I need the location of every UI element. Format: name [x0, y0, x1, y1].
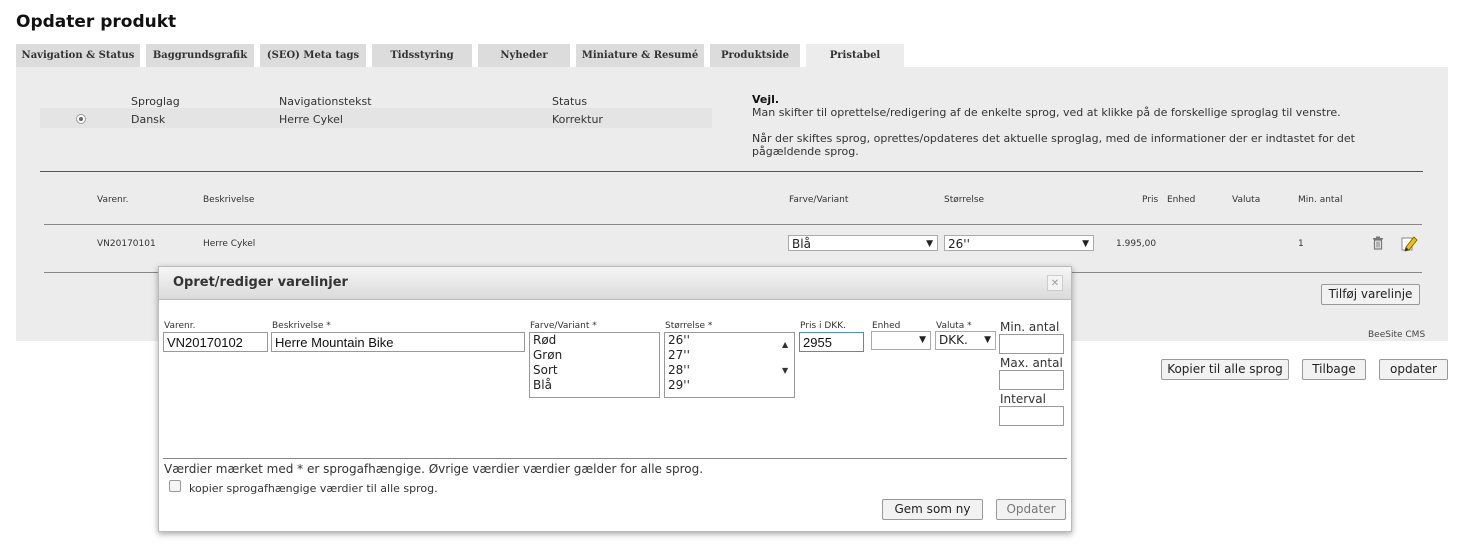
farve-option[interactable]: Rød: [533, 333, 659, 348]
help-line-2: Når der skiftes sprog, oprettes/opdatere…: [752, 132, 1355, 158]
stoerrelse-option[interactable]: 26'': [668, 333, 794, 348]
farve-option[interactable]: Sort: [533, 363, 659, 378]
back-button[interactable]: Tilbage: [1302, 359, 1366, 380]
row-stoerrelse-select[interactable]: 26'' ▼: [944, 235, 1094, 251]
help-title: Vejl.: [752, 93, 780, 106]
scroll-up-icon[interactable]: ▲: [782, 337, 788, 352]
label-stoerrelse: Størrelse *: [665, 321, 713, 331]
language-radio[interactable]: [76, 114, 86, 124]
enhed-select[interactable]: ▼: [871, 331, 931, 350]
copy-values-label: kopier sprogafhængige værdier til alle s…: [189, 482, 438, 495]
tab-pristabel[interactable]: Pristabel: [806, 44, 904, 69]
label-farve: Farve/Variant *: [530, 321, 597, 331]
divider: [44, 224, 1422, 225]
interval-input[interactable]: [999, 406, 1064, 426]
divider: [163, 458, 1067, 459]
col-beskrivelse: Beskrivelse: [203, 195, 255, 205]
label-enhed: Enhed: [872, 321, 901, 331]
tab-navigation-status[interactable]: Navigation & Status: [16, 44, 140, 67]
col-varenr: Varenr.: [97, 195, 129, 205]
tab-tidsstyring[interactable]: Tidsstyring: [372, 44, 472, 67]
dialog-header[interactable]: Opret/rediger varelinjer ✕: [159, 267, 1071, 300]
tab-seo-meta-tags[interactable]: (SEO) Meta tags: [260, 44, 366, 67]
edit-icon[interactable]: [1400, 234, 1418, 252]
row-varenr: VN20170101: [97, 239, 156, 249]
row-beskrivelse: Herre Cykel: [203, 239, 256, 249]
row-farve-select[interactable]: Blå ▼: [788, 235, 938, 251]
help-line-1: Man skifter til oprettelse/redigering af…: [752, 106, 1341, 119]
chevron-down-icon: ▼: [984, 335, 991, 345]
copy-values-checkbox[interactable]: [169, 480, 181, 492]
header-status: Status: [552, 95, 588, 108]
scroll-down-icon[interactable]: ▼: [782, 363, 788, 378]
pris-input[interactable]: [799, 332, 864, 352]
label-varenr: Varenr.: [164, 321, 196, 331]
save-as-new-button[interactable]: Gem som ny: [882, 499, 983, 520]
row-stoerrelse-value: 26'': [948, 237, 970, 251]
col-stoerrelse: Størrelse: [944, 195, 985, 205]
label-beskrivelse: Beskrivelse *: [272, 321, 331, 331]
row-farve-value: Blå: [792, 237, 811, 251]
edit-line-dialog: Opret/rediger varelinjer ✕ Varenr. Beskr…: [158, 266, 1072, 532]
valuta-select[interactable]: DKK. ▼: [935, 331, 996, 350]
row-pris: 1.995,00: [1116, 239, 1157, 249]
scrollbar[interactable]: ▲ ▼: [778, 333, 794, 375]
stoerrelse-option[interactable]: 28'': [668, 363, 794, 378]
col-valuta: Valuta: [1232, 195, 1261, 205]
dialog-title: Opret/rediger varelinjer: [173, 275, 348, 290]
chevron-down-icon: ▼: [919, 335, 926, 345]
page-title: Opdater produkt: [16, 12, 177, 32]
beskrivelse-input[interactable]: [271, 332, 525, 352]
tab-nyheder[interactable]: Nyheder: [478, 44, 570, 67]
col-min-antal: Min. antal: [1298, 195, 1343, 205]
farve-option[interactable]: Blå: [533, 378, 659, 393]
max-antal-input[interactable]: [999, 370, 1064, 390]
header-navigationstekst: Navigationstekst: [279, 95, 372, 108]
label-interval: Interval: [1000, 392, 1046, 406]
stoerrelse-option[interactable]: 27'': [668, 348, 794, 363]
label-valuta: Valuta *: [936, 321, 972, 331]
required-note: Værdier mærket med * er sprogafhængige. …: [164, 462, 704, 476]
stoerrelse-option[interactable]: 29'': [668, 378, 794, 393]
label-max-antal: Max. antal: [1000, 356, 1063, 370]
update-button[interactable]: opdater: [1379, 359, 1448, 380]
header-sproglag: Sproglag: [131, 95, 180, 108]
col-pris: Pris: [1142, 195, 1159, 205]
chevron-down-icon: ▼: [1082, 239, 1089, 249]
farve-option[interactable]: Grøn: [533, 348, 659, 363]
add-line-button[interactable]: Tilføj varelinje: [1321, 284, 1420, 305]
language-name: Dansk: [131, 113, 166, 126]
row-min-antal: 1: [1298, 239, 1304, 249]
tab-miniature-resume[interactable]: Miniature & Resumé: [576, 44, 704, 67]
stoerrelse-listbox[interactable]: 26'' 27'' 28'' 29'' ▲ ▼: [664, 332, 795, 398]
label-min-antal: Min. antal: [1000, 320, 1060, 334]
min-antal-input[interactable]: [999, 334, 1064, 354]
varenr-input[interactable]: [163, 332, 268, 352]
divider: [40, 171, 1423, 172]
language-status: Korrektur: [552, 113, 603, 126]
language-navigation-text: Herre Cykel: [279, 113, 343, 126]
trash-icon[interactable]: [1372, 236, 1384, 250]
valuta-value: DKK.: [939, 333, 968, 347]
col-farve: Farve/Variant: [789, 195, 849, 205]
copy-all-languages-button[interactable]: Kopier til alle sprog: [1161, 359, 1289, 380]
brand-footer: BeeSite CMS: [1368, 330, 1426, 340]
close-icon[interactable]: ✕: [1047, 275, 1063, 291]
col-enhed: Enhed: [1167, 195, 1196, 205]
tab-baggrundsgrafik[interactable]: Baggrundsgrafik: [146, 44, 254, 67]
dialog-update-button[interactable]: Opdater: [996, 499, 1066, 520]
tab-produktside[interactable]: Produktside: [710, 44, 800, 67]
label-pris: Pris i DKK.: [800, 321, 846, 331]
farve-listbox[interactable]: Rød Grøn Sort Blå: [529, 332, 660, 398]
chevron-down-icon: ▼: [926, 239, 933, 249]
